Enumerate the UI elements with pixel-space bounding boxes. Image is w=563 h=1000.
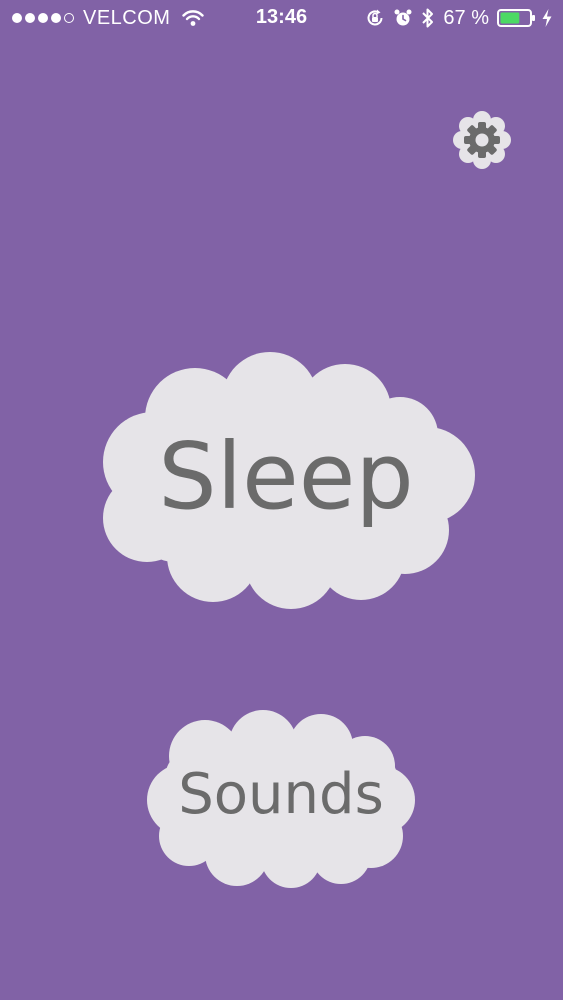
- gear-icon: [453, 111, 511, 169]
- orientation-lock-icon: [365, 8, 385, 28]
- bluetooth-icon: [421, 7, 435, 29]
- battery-percent: 67 %: [443, 6, 489, 29]
- sleep-button[interactable]: Sleep: [95, 350, 477, 610]
- battery-icon: [497, 8, 537, 28]
- sleep-label: Sleep: [158, 423, 414, 530]
- status-right: 67 %: [357, 6, 553, 30]
- charging-bolt-icon: [541, 8, 553, 28]
- app-screen: VELCOM 13:46 67 % Sleep Sounds: [0, 0, 563, 1000]
- settings-button[interactable]: [452, 110, 512, 170]
- alarm-icon: [393, 8, 413, 28]
- sounds-button[interactable]: Sounds: [145, 708, 417, 888]
- status-bar: VELCOM 13:46 67 %: [0, 0, 563, 36]
- sounds-label: Sounds: [178, 762, 384, 827]
